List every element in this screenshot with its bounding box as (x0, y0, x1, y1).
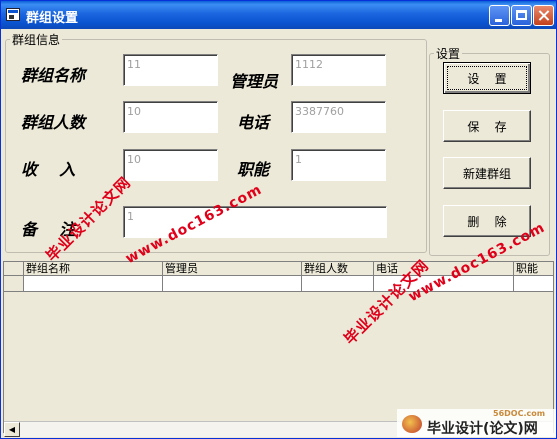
minimize-icon (495, 19, 502, 22)
group-info-legend: 群组信息 (12, 33, 61, 47)
member-count-label: 群组人数 (21, 113, 86, 132)
maximize-icon (516, 10, 527, 20)
table-cell[interactable] (302, 276, 374, 292)
table-cell[interactable] (24, 276, 163, 292)
maximize-button[interactable] (511, 5, 532, 26)
duty-input[interactable]: 1 (291, 149, 386, 181)
column-header-group-name[interactable]: 群组名称 (24, 262, 163, 276)
new-group-button[interactable]: 新建群组 (443, 157, 531, 189)
column-header-duty[interactable]: 职能 (514, 262, 553, 276)
duty-label: 职能 (237, 160, 270, 179)
manager-label: 管理员 (230, 72, 279, 91)
group-name-input[interactable]: 11 (123, 54, 218, 86)
app-icon (6, 8, 20, 21)
settings-button[interactable]: 设 置 (443, 62, 531, 94)
title-bar[interactable]: 群组设置 (1, 1, 556, 29)
row-selector[interactable] (4, 276, 24, 292)
logo-brand: 毕业设计(论文)网 (427, 421, 538, 437)
logo-site: 56DOC.com (493, 409, 546, 418)
group-name-label: 群组名称 (21, 66, 86, 85)
phone-input[interactable]: 3387760 (291, 101, 386, 133)
save-button[interactable]: 保 存 (443, 110, 531, 142)
column-header-member-count[interactable]: 群组人数 (302, 262, 374, 276)
window-title: 群组设置 (26, 11, 79, 26)
logo-icon (402, 415, 422, 433)
group-table[interactable]: 群组名称 管理员 群组人数 电话 职能 (3, 261, 554, 433)
table-cell[interactable] (514, 276, 553, 292)
income-input[interactable]: 10 (123, 149, 218, 181)
member-count-input[interactable]: 10 (123, 101, 218, 133)
table-cell[interactable] (163, 276, 302, 292)
phone-label: 电话 (237, 113, 270, 132)
scroll-left-button[interactable]: ◀ (4, 422, 20, 437)
table-row[interactable] (4, 276, 553, 292)
income-label: 收 入 (21, 160, 76, 179)
settings-legend: 设置 (436, 47, 461, 61)
scroll-left-icon: ◀ (8, 425, 16, 434)
close-button[interactable] (533, 5, 554, 26)
minimize-button[interactable] (489, 5, 510, 26)
row-selector-header (4, 262, 24, 276)
group-settings-window: 群组设置 群组信息 设置 群组名称 管理员 群组人数 电话 收 入 职能 备 注… (0, 0, 557, 439)
column-header-manager[interactable]: 管理员 (163, 262, 302, 276)
footer-logo: 56DOC.com 毕业设计(论文)网 (397, 409, 556, 437)
manager-input[interactable]: 1112 (291, 54, 386, 86)
